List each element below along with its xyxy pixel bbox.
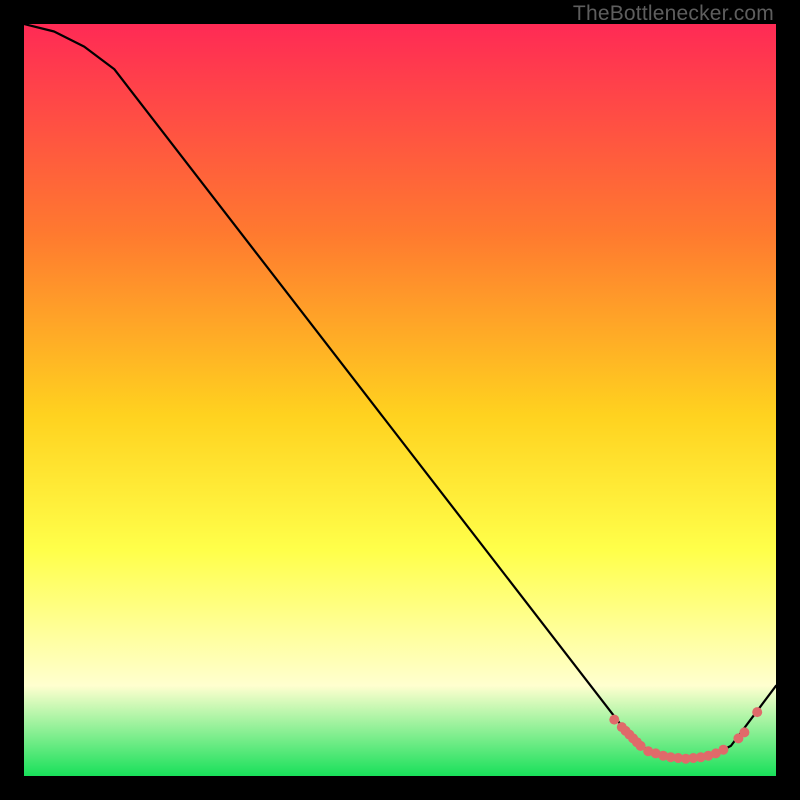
curve-marker (752, 707, 762, 717)
curve-marker (609, 715, 619, 725)
bottleneck-chart (24, 24, 776, 776)
curve-marker (739, 727, 749, 737)
curve-marker (718, 745, 728, 755)
gradient-background (24, 24, 776, 776)
watermark-text: TheBottlenecker.com (573, 2, 774, 26)
chart-frame (24, 24, 776, 776)
